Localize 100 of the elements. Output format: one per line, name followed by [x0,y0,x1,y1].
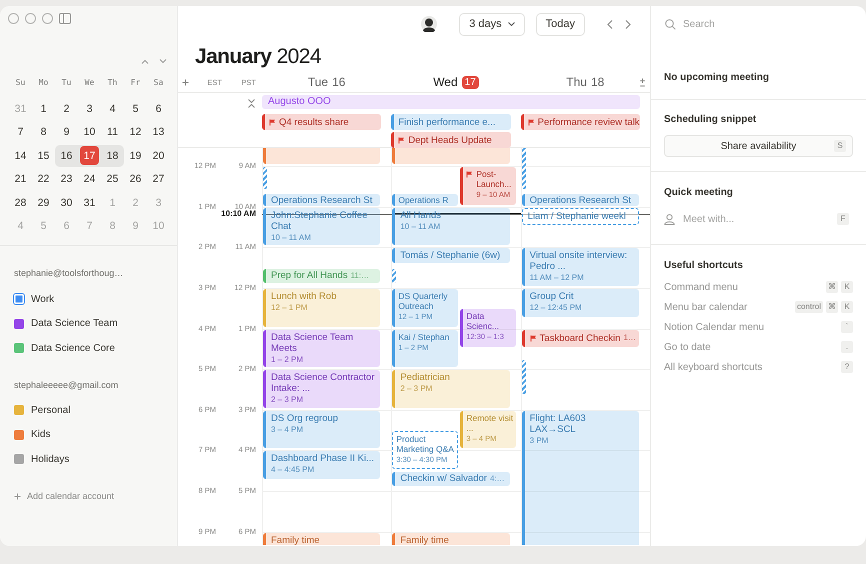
search-field[interactable]: Search [683,17,852,31]
day-number: 18 [590,75,604,89]
date-cell[interactable]: 31 [78,192,101,214]
date-cell[interactable]: 20 [147,144,170,167]
date-cell[interactable]: 2 [55,98,78,120]
collapse-icon[interactable] [248,98,255,108]
calendar-name[interactable]: Work [31,294,54,304]
all-day-event[interactable]: Dept Heads Update [391,132,511,148]
calendar-checkbox[interactable] [14,318,24,328]
calendar-name[interactable]: Kids [31,429,50,440]
calendar-event[interactable]: Data Science Contractor Intake: ... 2 – 3 PM [263,370,380,408]
shortcut-label[interactable]: Command menu [664,282,823,292]
calendar-event[interactable]: Pediatrician 2 – 3 PM [392,370,510,408]
calendar-event[interactable]: Data Science Team Meets 1 – 2 PM [263,330,380,368]
calendar-checkbox[interactable] [14,294,24,304]
today-button[interactable]: Today [536,12,585,36]
chevron-up-icon[interactable] [141,58,149,64]
shortcut-label[interactable]: Notion Calendar menu [664,322,838,332]
all-day-event[interactable]: Performance review talk [520,114,640,130]
calendar-event[interactable]: Family time [263,532,380,545]
date-cell[interactable]: 3 [78,98,101,120]
view-dropdown[interactable]: 3 days [459,12,525,36]
shortcut-label[interactable]: Menu bar calendar [664,302,792,312]
calendar-checkbox[interactable] [14,454,24,464]
date-cell[interactable]: 1 [32,98,55,120]
calendar-event[interactable]: Operations R [392,194,458,206]
calendar-name[interactable]: Data Science Core [31,342,115,354]
event-time: 10 – 11 AM [400,220,442,233]
window-control-button[interactable] [42,12,53,24]
calendar-checkbox[interactable] [14,343,24,353]
calendar-event[interactable]: Prep for All Hands 11:… [263,268,380,283]
calendar-event[interactable]: Family time [392,532,510,545]
calendar-event[interactable]: Operations Research St [263,194,380,206]
date-cell[interactable]: 13 [147,121,170,144]
tentative-event[interactable]: Liam / Stephanie weekl [522,208,639,226]
event-time: 4:… [490,472,505,485]
date-cell[interactable]: 27 [147,168,170,190]
date-cell[interactable]: 25 [101,168,124,190]
event-title: Finish performance e... [398,116,496,128]
add-account-button[interactable]: Add calendar account [14,489,114,503]
all-day-event[interactable]: Finish performance e... [391,114,511,130]
date-cell[interactable]: 14 [9,144,32,167]
all-day-event[interactable]: Q4 results share [262,114,382,130]
date-cell[interactable]: 24 [78,168,101,190]
calendar-event[interactable]: Checkin w/ Salvador 4:… [392,472,510,486]
date-cell[interactable]: 23 [55,168,78,190]
date-cell[interactable]: 21 [9,168,32,190]
calendar-event[interactable]: Flight: LA603 LAX→SCL 3 PM [522,410,639,545]
date-cell[interactable]: 4 [101,98,124,120]
avatar[interactable] [421,16,438,32]
calendar-event[interactable]: Taskboard Checkin 1… [522,330,639,347]
date-cell[interactable]: 19 [124,144,147,167]
share-availability-button[interactable]: Share availability S [664,135,853,157]
plus-icon[interactable] [182,78,189,86]
date-cell[interactable]: 8 [32,121,55,144]
calendar-event[interactable]: DS Org regroup 3 – 4 PM [263,410,380,448]
date-cell[interactable]: 6 [147,98,170,120]
meet-with-field[interactable]: Meet with... [683,212,829,226]
date-cell[interactable]: 22 [32,168,55,190]
date-cell[interactable]: 17 [78,144,101,167]
account-email: stephaleeeee@gmail.com [13,379,120,392]
calendar-event[interactable]: Dashboard Phase II Ki... 4 – 4:45 PM [263,451,380,479]
sidebar-toggle-icon[interactable] [59,12,71,24]
calendar-event[interactable]: Lunch with Rob 12 – 1 PM [263,289,380,327]
calendar-event[interactable]: Group Crit 12 – 12:45 PM [522,289,639,316]
window-control-button[interactable] [8,12,19,24]
shortcut-key: ` [841,321,853,333]
date-cell[interactable]: 9 [55,121,78,144]
calendar-name[interactable]: Holidays [31,454,70,464]
date-cell[interactable]: 5 [124,98,147,120]
calendar-name[interactable]: Data Science Team [31,318,118,329]
shortcut-label[interactable]: Go to date [664,342,838,352]
calendar-checkbox[interactable] [14,430,24,440]
calendar-event[interactable]: Virtual onsite interview: Pedro ... 11 AM – 12 PM [522,248,639,286]
date-cell[interactable]: 12 [124,121,147,144]
date-cell[interactable]: 16 [55,144,78,167]
date-cell[interactable]: 29 [32,192,55,214]
chevron-down-icon[interactable] [159,58,167,64]
all-day-event[interactable]: Augusto OOO [262,95,640,109]
calendar-event[interactable]: Tomás / Stephanie (6w) [392,248,510,263]
date-cell[interactable]: 18 [101,144,124,167]
date-cell[interactable]: 11 [101,121,124,144]
calendar-name[interactable]: Personal [31,404,70,416]
event-title: Post-Launch... [476,169,512,190]
date-cell[interactable]: 7 [9,121,32,144]
calendar-checkbox[interactable] [14,405,24,415]
shortcut-label[interactable]: All keyboard shortcuts [664,362,838,372]
date-cell[interactable]: 10 [78,121,101,144]
window-control-button[interactable] [25,12,36,24]
date-cell[interactable]: 28 [9,192,32,214]
date-cell[interactable]: 26 [124,168,147,190]
calendar-event[interactable]: Operations Research St [522,194,639,206]
date-cell[interactable]: 15 [32,144,55,167]
plus-minus-icon[interactable] [638,78,646,86]
chevron-left-icon[interactable] [607,20,613,28]
chevron-right-icon[interactable] [625,20,631,28]
flag-icon [530,334,537,342]
date-cell[interactable]: 30 [55,192,78,214]
weekday-label: Fr [130,78,142,86]
plus-icon [14,492,21,500]
